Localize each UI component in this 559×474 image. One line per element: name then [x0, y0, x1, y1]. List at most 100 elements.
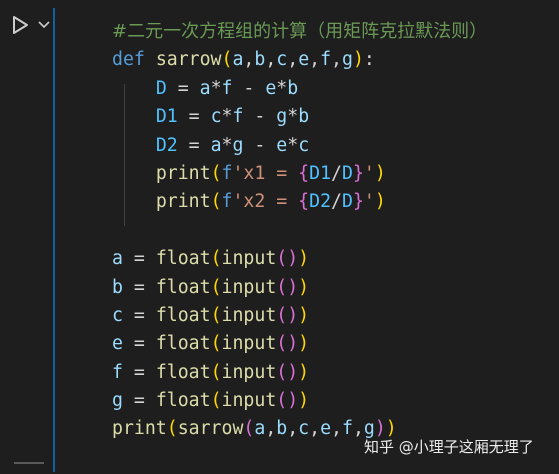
- code-token: :: [363, 49, 375, 71]
- code-comment: #二元一次方程组的计算（用矩阵克拉默法则）: [112, 21, 488, 42]
- code-token: f: [341, 418, 353, 440]
- run-cell-triangle-icon[interactable]: [9, 14, 31, 36]
- code-token: =: [177, 106, 211, 128]
- code-line: print(f'x2 = {D2/D}'): [112, 188, 487, 216]
- code-token: float: [155, 304, 211, 326]
- code-token: ,: [331, 49, 342, 71]
- code-token: (: [210, 248, 222, 270]
- code-token: e: [265, 77, 277, 99]
- code-token: def: [112, 49, 145, 71]
- code-token: f: [221, 162, 233, 184]
- code-token: =: [122, 304, 156, 326]
- code-token: ,: [309, 49, 321, 71]
- code-token: (: [276, 304, 288, 326]
- code-token: (: [210, 390, 222, 412]
- code-token: ,: [331, 418, 342, 440]
- code-token: e: [320, 418, 332, 440]
- code-line: D1 = c*f - g*b: [112, 103, 487, 131]
- code-token: (: [210, 361, 222, 383]
- code-token: e: [276, 134, 288, 156]
- code-token: ): [298, 361, 310, 383]
- code-token: ): [287, 333, 299, 355]
- code-token: =: [122, 333, 156, 355]
- code-line: g = float(input()): [112, 387, 487, 415]
- code-token: =: [166, 77, 200, 99]
- code-token: a: [232, 49, 244, 71]
- code-token: (: [276, 361, 288, 383]
- code-token: print: [112, 418, 167, 440]
- cell-focus-indicator: [53, 8, 55, 472]
- code-token: (: [166, 418, 178, 440]
- code-token: b: [254, 49, 266, 71]
- code-token: }: [352, 162, 364, 184]
- code-line: a = float(input()): [112, 245, 487, 273]
- code-token: ,: [265, 49, 277, 71]
- code-token: (: [221, 49, 233, 71]
- code-token: sarrow: [177, 418, 244, 440]
- code-token: ): [374, 191, 386, 213]
- code-token: ): [352, 49, 364, 71]
- code-token: c: [112, 304, 123, 326]
- code-token: =: [177, 134, 211, 156]
- code-token: a: [112, 248, 123, 270]
- code-token: ): [298, 276, 310, 298]
- code-token: c: [210, 106, 222, 128]
- code-line: f = float(input()): [112, 359, 487, 387]
- code-token: ,: [287, 418, 299, 440]
- code-token: {: [298, 191, 310, 213]
- code-token: c: [276, 49, 288, 71]
- code-token: sarrow: [155, 49, 222, 71]
- code-token: g: [112, 390, 123, 412]
- code-token: e: [298, 49, 310, 71]
- code-token: c: [298, 134, 310, 156]
- code-token: float: [155, 361, 211, 383]
- code-token: ): [298, 304, 310, 326]
- code-token: e: [112, 333, 123, 355]
- code-editor[interactable]: #二元一次方程组的计算（用矩阵克拉默法则） def sarrow(a,b,c,e,…: [112, 18, 487, 444]
- code-line: c = float(input()): [112, 302, 487, 330]
- code-token: ': [363, 191, 375, 213]
- code-token: input: [221, 248, 277, 270]
- code-token: f: [112, 361, 123, 383]
- code-token: ): [298, 248, 310, 270]
- code-token: ,: [243, 49, 255, 71]
- code-token: b: [298, 106, 310, 128]
- code-line: def sarrow(a,b,c,e,f,g):: [112, 46, 487, 74]
- code-token: D: [155, 77, 167, 99]
- code-token: ,: [309, 418, 321, 440]
- code-token: {: [298, 162, 310, 184]
- code-token: g: [232, 134, 244, 156]
- code-token: (: [276, 333, 288, 355]
- code-token: ): [287, 304, 299, 326]
- code-token: print: [155, 191, 211, 213]
- code-token: D2: [309, 191, 332, 213]
- code-token: /: [331, 191, 342, 213]
- cell-toolbar-divider: [14, 462, 44, 474]
- code-token: a: [199, 77, 211, 99]
- code-token: =: [122, 248, 156, 270]
- code-token: a: [254, 418, 266, 440]
- code-token: ): [287, 390, 299, 412]
- code-token: 'x1 =: [232, 162, 299, 184]
- code-token: ,: [287, 49, 299, 71]
- code-line: print(f'x1 = {D1/D}'): [112, 160, 487, 188]
- code-token: a: [210, 134, 222, 156]
- code-token: ): [287, 248, 299, 270]
- code-token: f: [221, 77, 233, 99]
- chevron-down-icon[interactable]: [37, 18, 51, 32]
- code-token: float: [155, 276, 211, 298]
- code-token: /: [331, 162, 342, 184]
- code-token: (: [243, 418, 255, 440]
- code-token: g: [342, 49, 353, 71]
- code-token: *: [210, 77, 222, 99]
- code-token: ): [374, 162, 386, 184]
- code-token: input: [221, 333, 277, 355]
- code-token: b: [112, 276, 123, 298]
- code-token: D2: [155, 134, 178, 156]
- code-token: }: [352, 191, 364, 213]
